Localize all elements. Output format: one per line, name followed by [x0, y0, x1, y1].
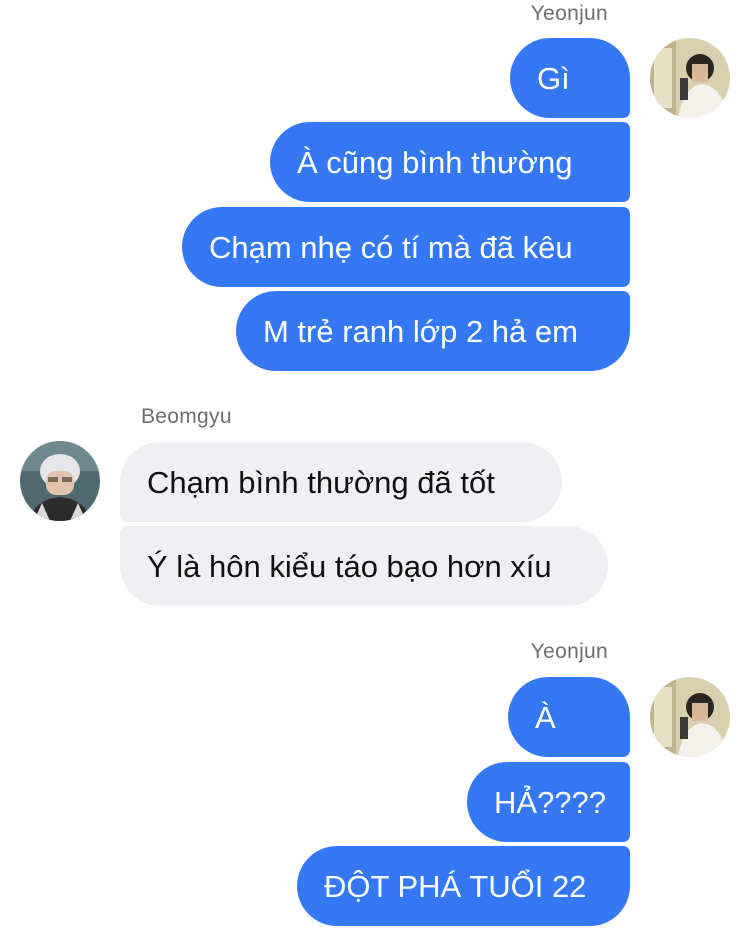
beomgyu-photo [20, 441, 100, 521]
avatar[interactable] [650, 38, 730, 118]
message-bubble[interactable]: À [508, 677, 630, 757]
sender-name: Beomgyu [141, 405, 232, 428]
message-bubble[interactable]: Ý là hôn kiểu táo bạo hơn xíu [120, 526, 608, 606]
avatar[interactable] [650, 677, 730, 757]
message-bubble[interactable]: À cũng bình thường [270, 122, 630, 202]
message-bubble[interactable]: ĐỘT PHÁ TUỔI 22 [297, 846, 630, 926]
sender-name: Yeonjun [530, 2, 608, 25]
message-bubble[interactable]: M trẻ ranh lớp 2 hả em [236, 291, 630, 371]
message-bubble[interactable]: Chạm bình thường đã tốt [120, 442, 562, 522]
avatar[interactable] [20, 441, 100, 521]
message-bubble[interactable]: Chạm nhẹ có tí mà đã kêu [182, 207, 630, 287]
sender-name: Yeonjun [530, 640, 608, 663]
message-bubble[interactable]: HẢ???? [467, 762, 630, 842]
yeonjun-photo [650, 677, 730, 757]
yeonjun-photo [650, 38, 730, 118]
message-bubble[interactable]: Gì [510, 38, 630, 118]
